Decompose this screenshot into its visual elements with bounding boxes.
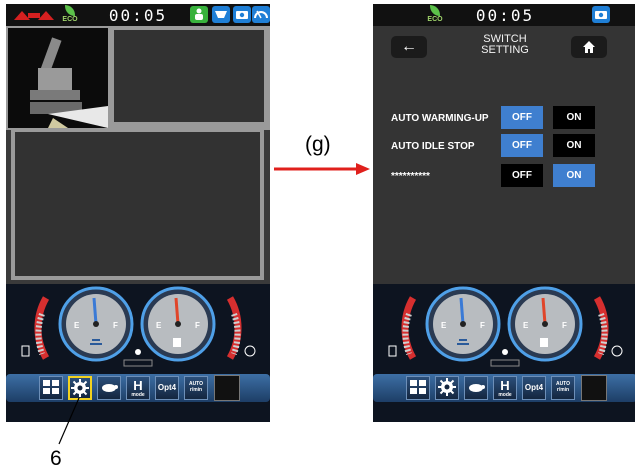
camera-view-frame bbox=[6, 26, 270, 130]
fuel-pump-icon bbox=[173, 338, 181, 347]
fuel-gauge bbox=[140, 286, 216, 362]
fuel-needle bbox=[174, 297, 180, 325]
fuel-needle bbox=[541, 297, 547, 325]
menu-grid-button[interactable] bbox=[406, 376, 430, 400]
transition-label: (g) bbox=[305, 133, 331, 156]
clock-display: 00:05 bbox=[475, 6, 535, 25]
temp-needle bbox=[459, 297, 465, 325]
temp-full-label: F bbox=[480, 321, 485, 330]
fuel-pump-icon bbox=[540, 338, 548, 347]
temp-needle bbox=[92, 297, 98, 325]
machine-attitude-view bbox=[8, 28, 108, 128]
camera-sub-view[interactable] bbox=[114, 30, 264, 122]
menu-bar: H mode Opt4 AUTO r/min bbox=[373, 368, 635, 408]
clock-display: 00:05 bbox=[108, 6, 168, 25]
temp-full-label: F bbox=[113, 321, 118, 330]
back-button[interactable]: ← bbox=[391, 36, 427, 58]
opt4-button[interactable]: Opt4 bbox=[155, 376, 179, 400]
auto-idle-stop-on-button[interactable]: ON bbox=[553, 134, 595, 157]
callout-number: 6 bbox=[50, 447, 62, 470]
temp-empty-label: E bbox=[441, 321, 447, 330]
callout-leader-line bbox=[58, 398, 80, 445]
fuel-gauge bbox=[507, 286, 583, 362]
setting-label-masked: ********** bbox=[391, 171, 430, 182]
wiper-icon bbox=[252, 6, 270, 23]
h-mode-button[interactable]: H mode bbox=[493, 376, 517, 400]
travel-speed-button[interactable] bbox=[97, 376, 121, 400]
turtle-icon bbox=[469, 384, 485, 392]
setting-label-auto-warming-up: AUTO WARMING-UP bbox=[391, 113, 489, 124]
eco-indicator-icon: ECO bbox=[60, 5, 80, 25]
transition-arrow-icon bbox=[274, 163, 370, 175]
auto-idle-stop-off-button[interactable]: OFF bbox=[501, 134, 543, 157]
auto-idle-button[interactable]: AUTO r/min bbox=[184, 376, 208, 400]
turtle-icon bbox=[102, 384, 118, 392]
h-mode-button[interactable]: H mode bbox=[126, 376, 150, 400]
coolant-temperature-gauge bbox=[425, 286, 501, 362]
setting-label-auto-idle-stop: AUTO IDLE STOP bbox=[391, 141, 475, 152]
camera-icon bbox=[592, 6, 610, 23]
home-button[interactable] bbox=[571, 36, 607, 58]
fuel-full-label: F bbox=[195, 321, 200, 330]
glow-plug-icon bbox=[135, 349, 141, 355]
gear-icon bbox=[438, 378, 456, 396]
auto-warming-up-on-button[interactable]: ON bbox=[553, 106, 595, 129]
coolant-temperature-gauge bbox=[58, 286, 134, 362]
menu-empty-slot[interactable] bbox=[581, 375, 607, 401]
menu-bar: H mode Opt4 AUTO r/min bbox=[6, 368, 270, 408]
menu-grid-button[interactable] bbox=[39, 376, 63, 400]
excavator-icon bbox=[30, 37, 108, 128]
temp-empty-label: E bbox=[74, 321, 80, 330]
camera-icon bbox=[233, 6, 251, 23]
masked-setting-off-button[interactable]: OFF bbox=[501, 164, 543, 187]
monitor-screen-main: ECO 00:05 E F E F H mode Opt4 AUTO r/min bbox=[6, 4, 270, 422]
page-title: SWITCH SETTING bbox=[481, 33, 529, 56]
fuel-empty-label: E bbox=[523, 321, 529, 330]
grid-icon bbox=[410, 380, 426, 394]
eco-indicator-icon: ECO bbox=[425, 5, 445, 25]
seatbelt-icon bbox=[190, 6, 208, 23]
auto-idle-button[interactable]: AUTO r/min bbox=[551, 376, 575, 400]
back-arrow-icon: ← bbox=[401, 38, 417, 55]
work-light-icon bbox=[212, 6, 230, 23]
travel-speed-button[interactable] bbox=[464, 376, 488, 400]
fuel-empty-label: E bbox=[156, 321, 162, 330]
menu-empty-slot[interactable] bbox=[214, 375, 240, 401]
camera-main-view[interactable] bbox=[11, 128, 264, 280]
masked-setting-on-button[interactable]: ON bbox=[553, 164, 595, 187]
monitor-screen-switch-setting: ECO 00:05 ← SWITCH SETTING AUTO WARMING-… bbox=[373, 4, 635, 422]
fuel-full-label: F bbox=[562, 321, 567, 330]
warning-lamp-icon bbox=[14, 11, 54, 20]
status-bar: ECO 00:05 bbox=[373, 4, 635, 26]
settings-gear-button[interactable] bbox=[435, 376, 459, 400]
grid-icon bbox=[43, 380, 59, 394]
status-bar: ECO 00:05 bbox=[6, 4, 270, 26]
settings-gear-button[interactable] bbox=[68, 376, 92, 400]
glow-plug-icon bbox=[502, 349, 508, 355]
home-icon bbox=[583, 41, 595, 53]
switch-setting-panel: ← SWITCH SETTING AUTO WARMING-UP OFF ON … bbox=[373, 26, 635, 284]
auto-warming-up-off-button[interactable]: OFF bbox=[501, 106, 543, 129]
opt4-button[interactable]: Opt4 bbox=[522, 376, 546, 400]
gear-icon bbox=[71, 379, 89, 397]
